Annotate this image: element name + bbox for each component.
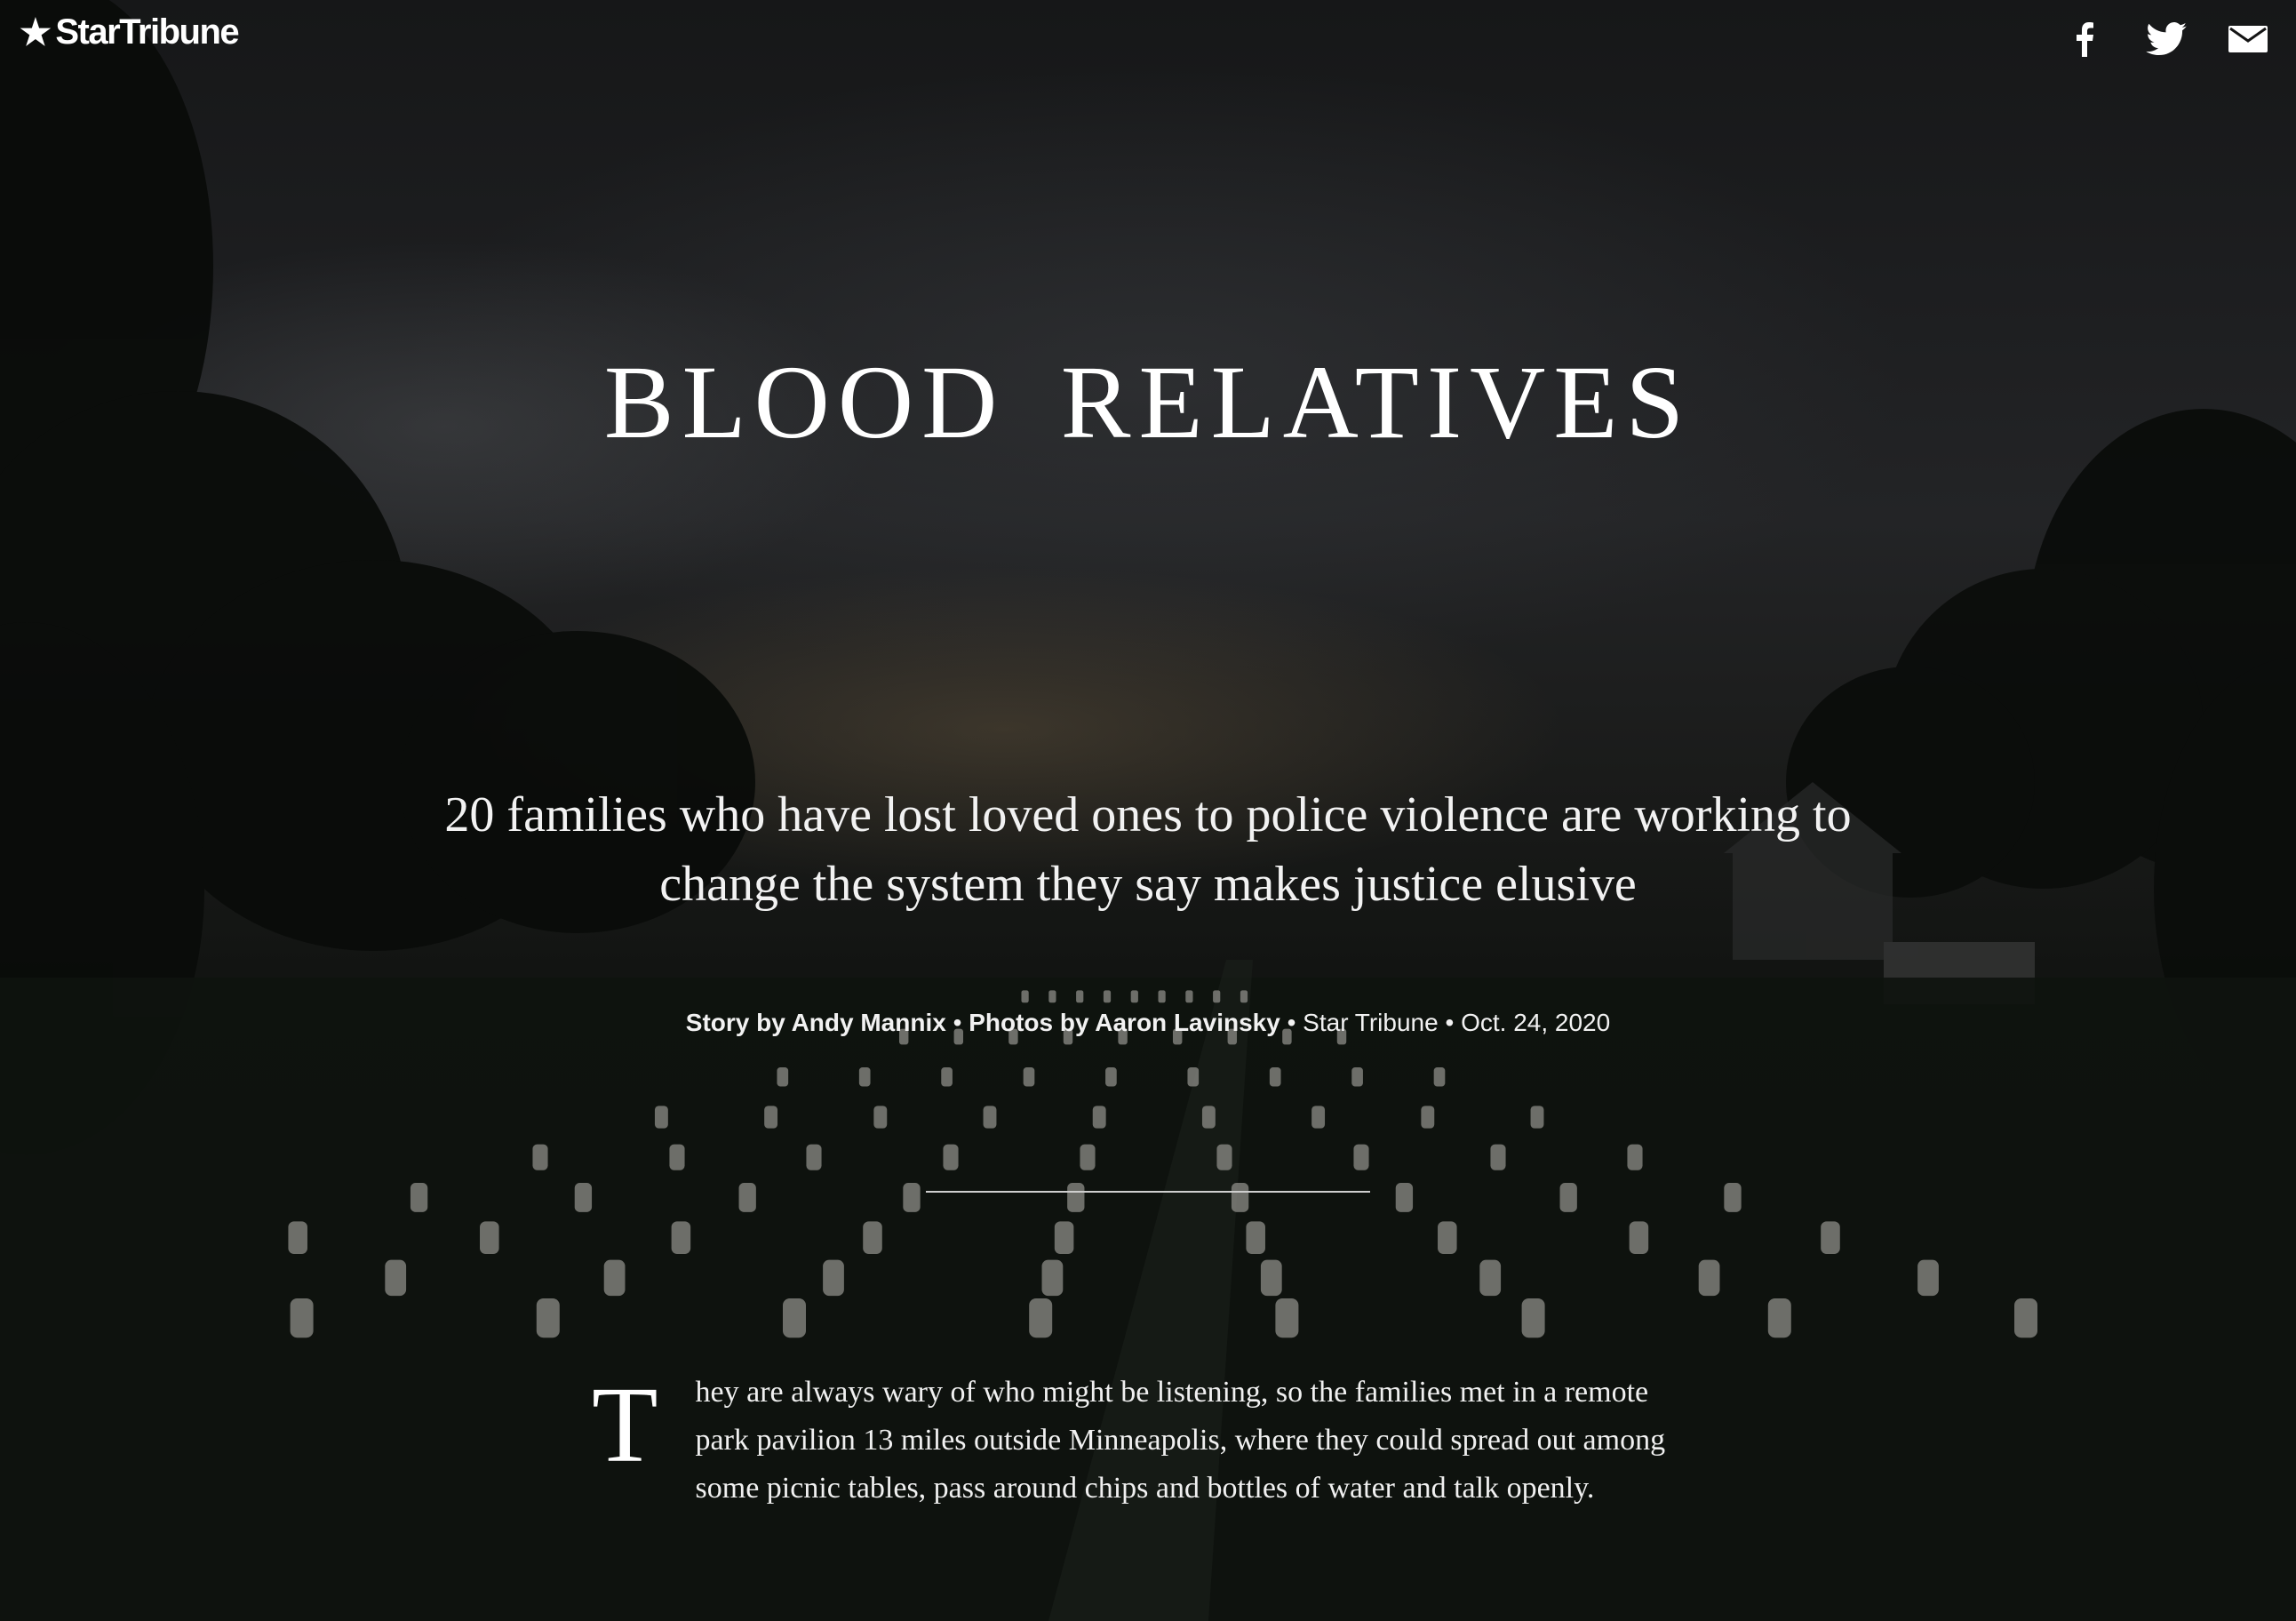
headstone <box>536 1298 560 1338</box>
headstone <box>671 1221 691 1254</box>
headstone <box>654 1106 668 1129</box>
byline-separator: • <box>953 1009 962 1036</box>
headstone <box>1311 1106 1326 1129</box>
headstone <box>738 1183 756 1212</box>
headstone <box>1213 990 1221 1003</box>
headstone <box>1029 1298 1053 1338</box>
headstone <box>1067 1183 1085 1212</box>
headstone <box>764 1106 778 1129</box>
headstone <box>1080 1144 1096 1170</box>
headstone <box>1103 990 1112 1003</box>
headstone <box>903 1183 921 1212</box>
headstone <box>480 1221 499 1254</box>
headstone <box>1917 1259 1939 1297</box>
article-body: T hey are always wary of who might be li… <box>592 1369 1702 1539</box>
headstone <box>777 1067 789 1087</box>
brand-name: StarTribune <box>55 12 239 52</box>
headstone <box>1275 1298 1299 1338</box>
headstone <box>783 1298 806 1338</box>
headstone <box>410 1183 428 1212</box>
photo-credit: Photos by Aaron Lavinsky <box>969 1009 1280 1036</box>
headstone <box>1048 990 1056 1003</box>
story-credit: Story by Andy Mannix <box>685 1009 946 1036</box>
headstone <box>1246 1221 1265 1254</box>
headstone <box>983 1106 997 1129</box>
headstone <box>1187 1067 1200 1087</box>
drop-cap: T <box>592 1365 658 1485</box>
byline: Story by Andy Mannix • Photos by Aaron L… <box>0 1009 2296 1037</box>
subheadline: 20 families who have lost loved ones to … <box>444 787 1852 912</box>
headstone <box>1724 1183 1742 1212</box>
headstone <box>1054 1221 1074 1254</box>
headstone <box>1201 1106 1216 1129</box>
headstone <box>1269 1067 1281 1087</box>
byline-separator: • <box>1445 1009 1455 1036</box>
star-icon: ★ <box>20 12 52 52</box>
headstone <box>1158 990 1166 1003</box>
headstone <box>1433 1067 1446 1087</box>
share-buttons <box>2063 20 2269 59</box>
headstone <box>1698 1259 1720 1297</box>
headstone <box>1438 1221 1457 1254</box>
headstone <box>873 1106 888 1129</box>
top-bar: ★ StarTribune <box>0 0 2296 80</box>
headstone <box>1421 1106 1435 1129</box>
headstone <box>863 1221 882 1254</box>
headstone <box>1627 1144 1643 1170</box>
headstone <box>1821 1221 1840 1254</box>
headstone <box>290 1298 314 1338</box>
section-divider <box>926 1191 1370 1193</box>
headstone <box>1351 1067 1363 1087</box>
headstone <box>1353 1144 1369 1170</box>
publication-name: Star Tribune <box>1303 1009 1439 1036</box>
headstone <box>1105 1067 1117 1087</box>
headstone <box>574 1183 593 1212</box>
first-paragraph-text: hey are always wary of who might be list… <box>695 1376 1666 1505</box>
email-icon[interactable] <box>2227 20 2269 59</box>
headstone <box>1021 990 1029 1003</box>
headstone <box>1023 1067 1035 1087</box>
headstone <box>669 1144 685 1170</box>
startribune-logo[interactable]: ★ StarTribune <box>20 12 240 52</box>
headstone <box>858 1067 871 1087</box>
headstone <box>288 1221 307 1254</box>
headstone <box>943 1144 959 1170</box>
headstone <box>1767 1298 1791 1338</box>
headstone <box>1041 1259 1064 1297</box>
headstone <box>1490 1144 1506 1170</box>
headstone <box>1260 1259 1282 1297</box>
headstone <box>2014 1298 2037 1338</box>
byline-separator: • <box>1287 1009 1296 1036</box>
facebook-icon[interactable] <box>2063 20 2106 59</box>
headstone <box>1092 1106 1106 1129</box>
headstone <box>1076 990 1084 1003</box>
headstone <box>1559 1183 1577 1212</box>
headstone <box>1629 1221 1649 1254</box>
headstone <box>1185 990 1193 1003</box>
publish-date: Oct. 24, 2020 <box>1461 1009 1611 1036</box>
headstone <box>806 1144 822 1170</box>
headstone <box>1231 1183 1249 1212</box>
headstone <box>1395 1183 1414 1212</box>
article-page: ★ StarTribune BLOOD RELATIVES 20 familie… <box>0 0 2296 1621</box>
headstone <box>1521 1298 1545 1338</box>
headstone <box>1530 1106 1544 1129</box>
article-paragraph: T hey are always wary of who might be li… <box>592 1369 1702 1513</box>
headstone <box>823 1259 844 1297</box>
headstone <box>1479 1259 1502 1297</box>
headstone <box>532 1144 548 1170</box>
headstone <box>385 1259 407 1297</box>
headstone <box>1130 990 1138 1003</box>
headstone <box>941 1067 953 1087</box>
headline: BLOOD RELATIVES <box>603 344 1693 460</box>
headstone <box>1240 990 1248 1003</box>
twitter-icon[interactable] <box>2145 20 2188 59</box>
headstone <box>1216 1144 1232 1170</box>
headstone <box>603 1259 626 1297</box>
